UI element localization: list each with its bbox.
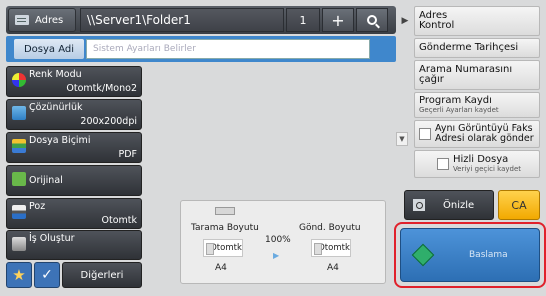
same-image-fax-label: Aynı Görüntüyü Faks Adresi olarak gönder — [435, 123, 534, 144]
scanner-icon — [215, 207, 235, 215]
address-button-label: Adres — [35, 14, 64, 26]
send-paper-size: A4 — [327, 263, 339, 273]
send-size-label: Gönd. Boyutu — [299, 223, 361, 233]
color-mode-icon — [12, 73, 26, 87]
program-save-button[interactable]: Program Kaydı Geçerli Ayarları kaydet — [414, 92, 540, 118]
start-label: Baslama — [469, 250, 508, 260]
file-format-button[interactable]: Dosya Biçimi PDF — [6, 132, 142, 163]
original-label: Orijinal — [29, 175, 63, 186]
send-history-label: Gönderme Tarihçesi — [419, 41, 519, 53]
exposure-value: Otomtk — [101, 215, 138, 226]
address-control-button[interactable]: Adres Kontrol — [414, 6, 540, 36]
start-button[interactable]: Baslama — [400, 228, 540, 282]
favorite-star-icon[interactable]: ★ — [6, 262, 32, 288]
ratio-value: 100% — [265, 235, 291, 245]
add-destination-button[interactable]: + — [322, 8, 354, 32]
preview-button[interactable]: Önizle — [404, 190, 494, 220]
same-image-fax-checkbox[interactable] — [419, 128, 431, 140]
color-mode-label: Renk Modu — [29, 69, 82, 80]
call-number-button[interactable]: Arama Numarasını çağır — [414, 60, 540, 90]
program-save-sublabel: Geçerli Ayarları kaydet — [419, 106, 499, 115]
original-icon — [12, 172, 26, 186]
scan-size-label: Tarama Boyutu — [191, 223, 259, 233]
program-save-label: Program Kaydı — [419, 94, 492, 106]
collapse-arrow-icon[interactable]: ▶ — [398, 6, 412, 36]
file-format-label: Dosya Biçimi — [29, 135, 91, 146]
original-button[interactable]: Orijinal — [6, 165, 142, 196]
file-name-label[interactable]: Dosya Adi — [14, 39, 84, 59]
address-control-label-line2: Kontrol — [419, 20, 455, 31]
same-image-fax-toggle[interactable]: Aynı Görüntüyü Faks Adresi olarak gönder — [414, 120, 540, 148]
confirm-check-icon[interactable]: ✓ — [34, 262, 60, 288]
preview-icon — [413, 199, 425, 211]
file-name-input[interactable]: Sistem Ayarları Belirler — [86, 39, 370, 59]
file-format-icon — [12, 139, 26, 153]
address-card-icon — [15, 15, 29, 25]
resolution-value: 200x200dpi — [80, 116, 137, 127]
scan-paper-size: A4 — [215, 263, 227, 273]
file-format-value: PDF — [118, 149, 137, 160]
resolution-button[interactable]: Çözünürlük 200x200dpi — [6, 99, 142, 130]
preview-label: Önizle — [443, 199, 475, 211]
color-mode-button[interactable]: Renk Modu Otomtk/Mono2 — [6, 66, 142, 97]
quick-file-toggle[interactable]: Hizli Dosya Veriyi geçici kaydet — [414, 150, 540, 178]
exposure-button[interactable]: Poz Otomtk — [6, 198, 142, 229]
job-build-button[interactable]: İş Oluştur — [6, 230, 142, 260]
start-icon — [411, 243, 435, 267]
exposure-icon — [12, 205, 26, 219]
clear-all-button[interactable]: CA — [498, 190, 540, 220]
search-button[interactable] — [356, 8, 388, 32]
quick-file-checkbox[interactable] — [436, 158, 449, 170]
size-preview-panel: Tarama Boyutu Otomtk A4 100% ▶ Gönd. Boy… — [180, 200, 386, 284]
color-mode-value: Otomtk/Mono2 — [66, 83, 137, 94]
search-icon — [367, 15, 377, 25]
exposure-label: Poz — [29, 201, 46, 212]
others-button[interactable]: Diğerleri — [62, 262, 142, 288]
scan-size-value[interactable]: Otomtk — [203, 239, 243, 257]
address-book-button[interactable]: Adres — [8, 8, 76, 32]
scroll-down-icon[interactable]: ▼ — [396, 132, 408, 146]
send-size-value[interactable]: Otomtk — [311, 239, 351, 257]
call-number-label: Arama Numarasını çağır — [419, 63, 513, 85]
job-build-icon — [12, 237, 26, 251]
job-build-label: İş Oluştur — [29, 233, 75, 244]
arrow-right-icon: ▶ — [273, 251, 280, 260]
quick-file-sublabel: Veriyi geçici kaydet — [452, 165, 522, 174]
resolution-icon — [12, 106, 26, 120]
send-history-button[interactable]: Gönderme Tarihçesi — [414, 38, 540, 58]
resolution-label: Çözünürlük — [29, 102, 83, 113]
destination-path-field[interactable]: \\Server1\Folder1 — [80, 8, 284, 32]
destination-count: 1 — [286, 8, 320, 32]
quick-file-label: Hizli Dosya — [452, 153, 509, 165]
